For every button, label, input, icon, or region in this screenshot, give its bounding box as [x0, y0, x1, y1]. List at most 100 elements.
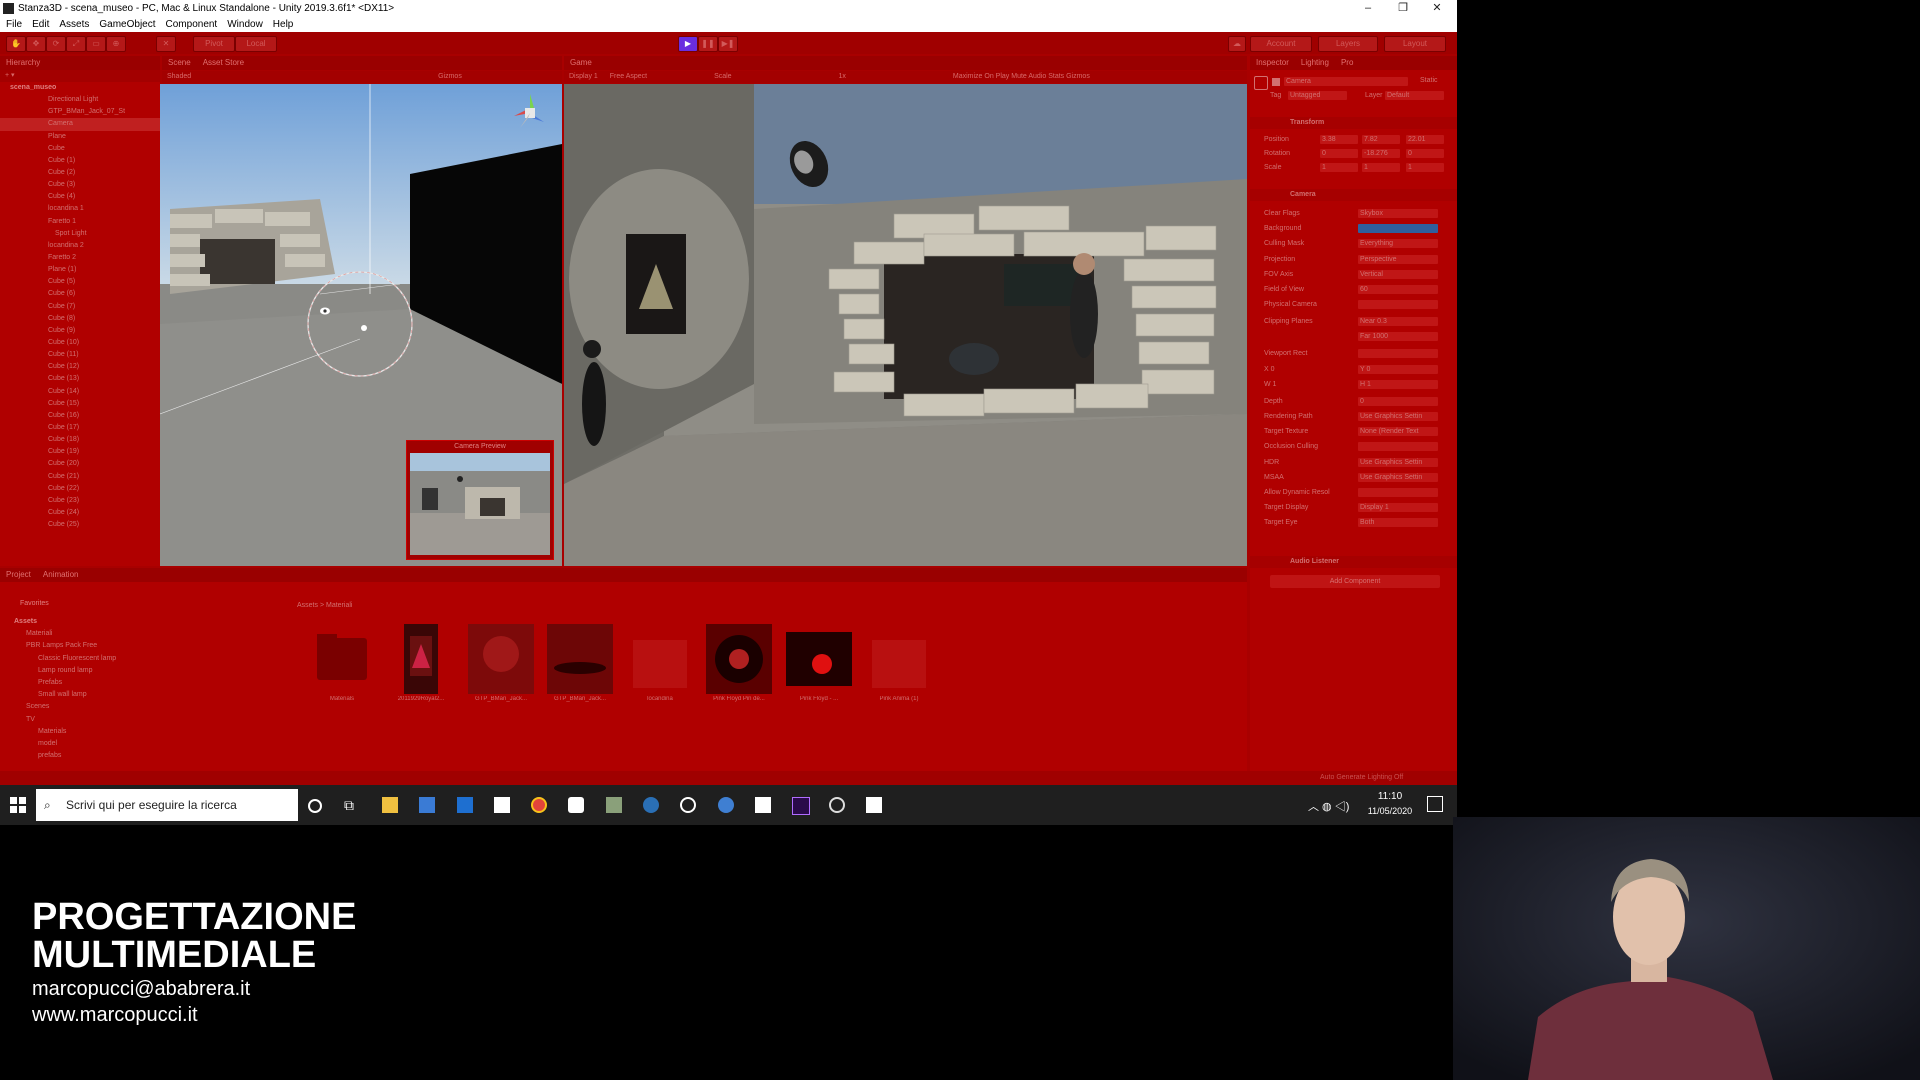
layer-dropdown[interactable]: Default: [1385, 91, 1444, 100]
project-tree-item[interactable]: Materials: [38, 728, 66, 735]
hierarchy-item[interactable]: Cube (8): [0, 313, 160, 325]
scale-x[interactable]: 1: [1320, 163, 1358, 172]
camera-prop-value[interactable]: Use Graphics Settin: [1358, 457, 1438, 467]
add-icon[interactable]: + ▾: [0, 70, 20, 82]
notification-icon[interactable]: [1427, 796, 1443, 812]
tab-animation[interactable]: Animation: [37, 568, 85, 582]
blender-icon[interactable]: [718, 797, 734, 813]
hierarchy-item[interactable]: Cube (14): [0, 386, 160, 398]
display-dropdown[interactable]: Display 1: [564, 71, 603, 83]
shading-dropdown[interactable]: Shaded: [162, 71, 196, 83]
hierarchy-item[interactable]: Faretto 2: [0, 252, 160, 264]
camera-prop-value[interactable]: [1358, 349, 1438, 359]
camera-prop-value[interactable]: Use Graphics Settin: [1358, 412, 1438, 421]
camera-prop-value[interactable]: 0: [1358, 396, 1438, 406]
menu-assets[interactable]: Assets: [53, 17, 93, 32]
camera-prop-value[interactable]: [1358, 224, 1438, 234]
mail-icon[interactable]: [457, 797, 473, 813]
hierarchy-item[interactable]: Plane (1): [0, 264, 160, 276]
scale-value[interactable]: 1x: [739, 71, 851, 83]
system-tray-icons[interactable]: ︿ ◍ ◁): [1308, 798, 1349, 814]
hierarchy-item[interactable]: Cube (4): [0, 191, 160, 203]
menu-component[interactable]: Component: [160, 17, 222, 32]
breadcrumb-materiali[interactable]: Materiali: [326, 602, 352, 609]
rotate-tool-button[interactable]: ⟳: [46, 36, 66, 52]
aspect-dropdown[interactable]: Free Aspect: [605, 71, 652, 83]
tab-pro[interactable]: Pro: [1335, 56, 1359, 70]
hierarchy-item[interactable]: Cube (9): [0, 325, 160, 337]
hierarchy-item[interactable]: Cube (3): [0, 179, 160, 191]
hierarchy-item[interactable]: Spot Light: [0, 228, 160, 240]
hierarchy-item[interactable]: Cube (25): [0, 519, 160, 531]
favorites-label[interactable]: Favorites: [20, 600, 49, 607]
tab-game[interactable]: Game: [564, 56, 598, 70]
camera-prop-value[interactable]: Both: [1358, 518, 1438, 528]
active-checkbox[interactable]: [1272, 78, 1280, 86]
windows-start-icon[interactable]: [10, 797, 26, 813]
menu-help[interactable]: Help: [267, 17, 298, 32]
tab-lighting[interactable]: Lighting: [1295, 56, 1335, 70]
project-tree-item[interactable]: Lamp round lamp: [38, 667, 92, 674]
hierarchy-item[interactable]: locandina 1: [0, 203, 160, 215]
project-tree-item[interactable]: Small wall lamp: [38, 691, 87, 698]
hierarchy-item[interactable]: Cube (20): [0, 458, 160, 470]
camera-prop-value[interactable]: Everything: [1358, 239, 1438, 249]
obs-icon[interactable]: [829, 797, 845, 813]
transform-header[interactable]: Transform: [1250, 117, 1457, 129]
object-name-field[interactable]: Camera: [1284, 77, 1408, 86]
play-button[interactable]: ▶: [678, 36, 698, 52]
camera-prop-value[interactable]: H 1: [1358, 379, 1438, 389]
cortana-icon[interactable]: [308, 799, 322, 813]
scale-tool-button[interactable]: ⤢: [66, 36, 86, 52]
clock-date[interactable]: 11/05/2020: [1362, 806, 1418, 816]
camera-prop-value[interactable]: Use Graphics Settin: [1358, 472, 1438, 482]
asset-item[interactable]: GTP_BMan_Jack...: [543, 624, 617, 714]
hierarchy-root[interactable]: scena_museo: [0, 82, 160, 94]
tab-project[interactable]: Project: [0, 568, 37, 582]
scale-z[interactable]: 1: [1406, 163, 1444, 172]
custom-tool-button[interactable]: ✕: [156, 36, 176, 52]
step-button[interactable]: ▶❚: [718, 36, 738, 52]
taskbar-search-box[interactable]: ⌕ Scrivi qui per eseguire la ricerca: [36, 789, 298, 821]
rotation-z[interactable]: 0: [1406, 149, 1444, 158]
hierarchy-item[interactable]: Cube (10): [0, 337, 160, 349]
position-z[interactable]: 22.01: [1406, 135, 1444, 144]
gizmos-dropdown[interactable]: Gizmos: [198, 71, 467, 83]
rotation-x[interactable]: 0: [1320, 149, 1358, 158]
clock-time[interactable]: 11:10: [1362, 791, 1418, 802]
asset-item[interactable]: Pink Floyd Pin de...: [702, 624, 776, 714]
camera-prop-value[interactable]: Y 0: [1358, 364, 1438, 374]
tag-dropdown[interactable]: Untagged: [1288, 91, 1347, 100]
camera-prop-value[interactable]: [1358, 300, 1438, 310]
hierarchy-item[interactable]: Cube (1): [0, 155, 160, 167]
hierarchy-item[interactable]: Plane: [0, 131, 160, 143]
project-tree-item[interactable]: PBR Lamps Pack Free: [26, 642, 97, 649]
layout-dropdown[interactable]: Layout: [1384, 36, 1446, 52]
cloud-icon[interactable]: ☁: [1228, 36, 1246, 52]
pause-button[interactable]: ❚❚: [698, 36, 718, 52]
menu-file[interactable]: File: [0, 17, 26, 32]
audio-listener-header[interactable]: Audio Listener: [1250, 556, 1457, 568]
task-view-icon[interactable]: ⧉: [344, 797, 360, 813]
hierarchy-item[interactable]: Cube (16): [0, 410, 160, 422]
camera-prop-value[interactable]: 60: [1358, 285, 1438, 294]
camera-prop-value[interactable]: Far 1000: [1358, 332, 1438, 342]
position-y[interactable]: 7.82: [1362, 135, 1400, 144]
steam-icon[interactable]: [643, 797, 659, 813]
premiere-icon[interactable]: [792, 797, 810, 815]
asset-item[interactable]: Pink Anima (1): [862, 624, 936, 714]
project-tree-item[interactable]: prefabs: [38, 752, 61, 759]
camera-prop-value[interactable]: Skybox: [1358, 209, 1438, 218]
position-x[interactable]: 3.38: [1320, 135, 1358, 144]
close-button[interactable]: ✕: [1422, 0, 1452, 17]
hierarchy-item[interactable]: Camera: [0, 118, 160, 131]
maximize-button[interactable]: ❐: [1388, 0, 1418, 17]
hierarchy-item[interactable]: Cube (24): [0, 507, 160, 519]
scene-orientation-gizmo[interactable]: [506, 90, 554, 136]
local-button[interactable]: Local: [235, 36, 277, 52]
rect-tool-button[interactable]: ▭: [86, 36, 106, 52]
minimize-button[interactable]: –: [1353, 0, 1383, 17]
asset-item[interactable]: locandina: [623, 624, 697, 714]
asset-item[interactable]: 2011929Royal2...: [384, 624, 458, 714]
menu-edit[interactable]: Edit: [26, 17, 53, 32]
